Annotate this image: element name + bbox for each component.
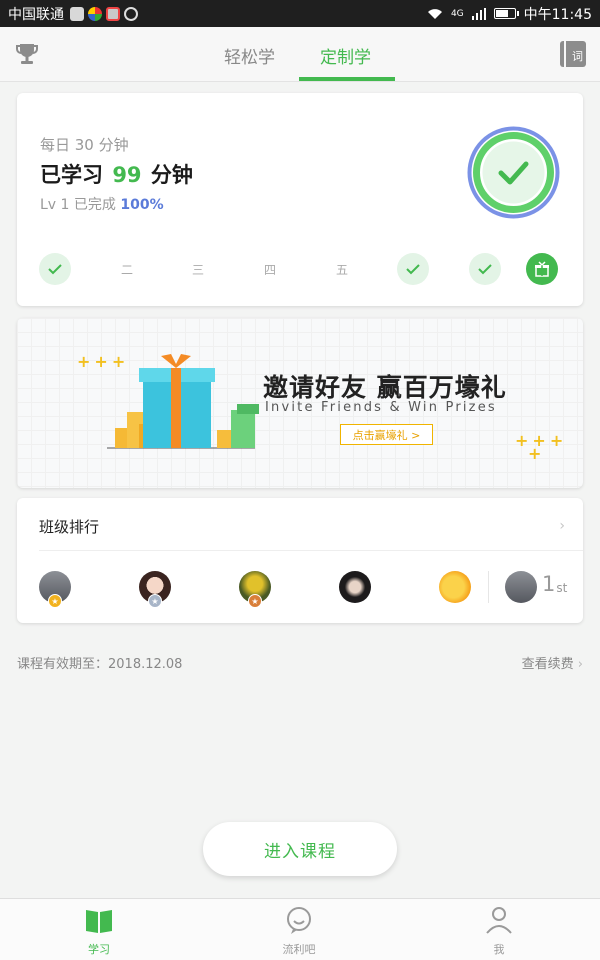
tab-community-label: 流利吧	[282, 943, 316, 956]
user-icon	[486, 907, 512, 934]
open-book-icon	[86, 910, 112, 933]
enter-course-button[interactable]: 进入课程	[203, 822, 397, 876]
app-notification-icon	[70, 6, 84, 21]
studied-suffix: 分钟	[150, 163, 193, 187]
tab-easy-learn[interactable]: 轻松学	[224, 43, 275, 68]
day-sun-checked	[469, 253, 501, 285]
claim-prize-button[interactable]: 点击赢壕礼 >	[340, 424, 433, 445]
weekly-reward-gift[interactable]	[526, 253, 558, 285]
vocab-icon-text: 词	[572, 50, 583, 63]
notification-icons	[70, 6, 138, 21]
sparkle-decoration: +	[528, 444, 546, 463]
network-type: 4G	[450, 8, 464, 19]
my-rank-suffix: st	[556, 581, 568, 595]
bronze-star-badge-icon: ★	[248, 594, 262, 608]
day-tue: 二	[120, 262, 133, 277]
tab-profile-label: 我	[493, 943, 505, 956]
banner-title: 邀请好友 赢百万壕礼	[263, 373, 507, 402]
my-rank-number: 1	[542, 572, 556, 596]
course-validity: 课程有效期至：2018.12.08	[17, 657, 183, 672]
tab-custom-learn[interactable]: 定制学	[320, 43, 371, 68]
studied-number: 99	[112, 163, 142, 187]
my-rank: 1st	[542, 572, 567, 596]
daily-goal: 每日 30 分钟	[40, 136, 129, 154]
active-tab-indicator	[299, 77, 395, 81]
vocabulary-book-icon[interactable]: 词	[560, 41, 586, 67]
renew-label: 查看续费	[521, 657, 574, 672]
silver-star-badge-icon: ★	[148, 594, 162, 608]
check-icon	[478, 264, 492, 275]
battery-icon	[493, 8, 519, 19]
top-tab-header: 轻松学 定制学 词	[0, 27, 600, 82]
carrier-name: 中国联通	[8, 6, 64, 23]
bottom-tab-bar: 学习 流利吧 我	[0, 898, 600, 960]
studied-prefix: 已学习	[40, 163, 103, 187]
avatar[interactable]	[339, 571, 371, 603]
check-icon	[406, 264, 420, 275]
renew-link[interactable]: 查看续费 ›	[522, 653, 583, 672]
level-percent: 100%	[120, 197, 164, 213]
avatar[interactable]: ★	[239, 571, 271, 608]
progress-ring-check-icon	[467, 126, 560, 219]
level-progress: Lv 1 已完成 100%	[40, 194, 164, 214]
level-label: Lv 1 已完成	[40, 197, 116, 213]
signal-icon	[471, 7, 486, 20]
trophy-icon[interactable]	[14, 41, 40, 67]
check-icon	[48, 264, 62, 275]
chevron-right-icon[interactable]: ›	[559, 518, 565, 534]
search-notification-icon	[124, 6, 138, 21]
day-mon-checked	[39, 253, 71, 285]
day-wed: 三	[191, 262, 204, 277]
studied-minutes: 已学习 99 分钟	[40, 159, 193, 189]
class-ranking-card[interactable]: 班级排行 › ★ ★ ★ 1st	[17, 498, 583, 623]
class-ranking-title: 班级排行	[39, 518, 100, 536]
tab-profile[interactable]: 我	[459, 905, 539, 957]
week-checkin-row: 二 三 四 五	[39, 253, 559, 285]
tab-study-label: 学习	[88, 943, 110, 956]
daily-progress-card: 每日 30 分钟 已学习 99 分钟 Lv 1 已完成 100% 二 三 四 五	[17, 93, 583, 306]
app-notification-icon	[88, 6, 102, 21]
tab-study[interactable]: 学习	[59, 905, 139, 957]
clock: 中午11:45	[523, 6, 592, 23]
day-fri: 五	[335, 262, 348, 277]
gift-icon	[535, 261, 549, 277]
my-avatar[interactable]	[505, 571, 537, 603]
divider	[488, 571, 489, 603]
status-bar: 中国联通 4G 中午11:45	[0, 0, 600, 27]
avatar[interactable]: ★	[139, 571, 171, 608]
chevron-right-icon: ›	[577, 657, 583, 672]
tab-community[interactable]: 流利吧	[259, 905, 339, 957]
wifi-icon	[427, 8, 442, 19]
avatar[interactable]: ★	[39, 571, 71, 608]
banner-subtitle: Invite Friends & Win Prizes	[265, 400, 497, 415]
gold-star-badge-icon: ★	[48, 594, 62, 608]
divider	[39, 550, 583, 551]
avatar[interactable]	[439, 571, 471, 603]
invite-friends-banner[interactable]: +++ +++ + 邀请好友 赢百万壕礼 Invite Friends & Wi…	[17, 318, 583, 488]
app-notification-icon	[106, 6, 120, 21]
gift-coins-illustration	[107, 354, 259, 449]
chat-bubble-smile-icon	[287, 907, 311, 934]
day-thu: 四	[263, 262, 276, 277]
day-sat-checked	[397, 253, 429, 285]
